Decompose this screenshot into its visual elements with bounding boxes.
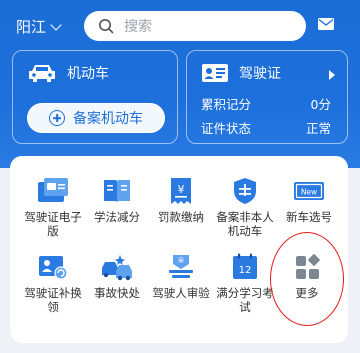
register-vehicle-label: 备案机动车 <box>73 111 143 127</box>
car-icon <box>29 65 55 82</box>
license-card[interactable]: 驾驶证 累积记分 0分 证件状态 正常 <box>186 50 348 144</box>
vehicle-card-header: 机动车 <box>27 63 109 83</box>
service-driver-review[interactable]: 审 驾驶人审验 <box>150 252 212 300</box>
service-label: 驾驶人审验 <box>152 286 210 300</box>
service-study-reduce-points[interactable]: 学法减分 <box>86 176 148 224</box>
svg-text:¥: ¥ <box>178 183 185 196</box>
service-label: 更多 <box>295 286 319 300</box>
license-card-header: 驾驶证 <box>201 63 281 83</box>
service-accident[interactable]: 事故快处 <box>86 252 148 300</box>
license-card-title: 驾驶证 <box>239 66 281 82</box>
service-label: 驾驶证补换领 <box>24 286 82 314</box>
service-label: 满分学习考试 <box>216 286 274 314</box>
vehicle-card-title: 机动车 <box>67 66 109 82</box>
mail-icon[interactable] <box>318 18 334 30</box>
service-label: 罚款缴纳 <box>158 210 204 224</box>
points-row: 累积记分 0分 <box>201 94 331 113</box>
service-label: 事故快处 <box>94 286 140 300</box>
service-label: 新车选号 <box>286 210 332 224</box>
service-label: 驾驶证电子版 <box>24 210 82 238</box>
service-e-license[interactable]: 驾驶证电子版 <box>22 176 84 238</box>
svg-text:12: 12 <box>239 265 252 276</box>
status-value: 正常 <box>305 121 331 136</box>
status-label: 证件状态 <box>201 121 252 136</box>
fine-payment-icon: ¥ <box>171 178 191 204</box>
register-vehicle-button[interactable]: 备案机动车 <box>27 103 165 133</box>
vehicle-card[interactable]: 机动车 备案机动车 <box>12 50 178 144</box>
points-label: 累积记分 <box>201 97 252 112</box>
driver-review-icon: 审 <box>169 255 193 278</box>
top-bar: 阳江 搜索 <box>0 0 360 50</box>
points-value: 0分 <box>310 97 331 112</box>
service-new-car-plate[interactable]: New 新车选号 <box>278 176 340 224</box>
svg-text:审: 审 <box>178 257 184 265</box>
book-icon <box>104 180 130 203</box>
service-more[interactable]: 更多 <box>276 252 338 300</box>
svg-text:New: New <box>301 188 317 197</box>
license-renew-icon <box>39 256 68 280</box>
plus-circle-icon <box>49 110 65 126</box>
status-row: 证件状态 正常 <box>201 118 331 137</box>
accident-icon <box>102 255 132 281</box>
city-label: 阳江 <box>16 18 47 36</box>
service-fine-payment[interactable]: ¥ 罚款缴纳 <box>150 176 212 224</box>
service-record-vehicle[interactable]: 备案非本人机动车 <box>214 176 276 238</box>
chevron-right-icon <box>329 70 335 80</box>
e-license-icon <box>38 178 68 202</box>
search-icon <box>99 19 114 34</box>
service-full-score-exam[interactable]: 12 满分学习考试 <box>214 252 276 314</box>
chevron-down-icon <box>50 18 62 31</box>
city-selector[interactable]: 阳江 <box>16 16 62 37</box>
calendar-exam-icon: 12 <box>233 253 257 279</box>
more-grid-icon <box>296 254 320 279</box>
search-bar[interactable]: 搜索 <box>84 11 306 41</box>
service-label: 学法减分 <box>94 210 140 224</box>
shield-record-icon <box>234 178 256 204</box>
new-plate-icon: New <box>294 182 324 200</box>
service-label: 备案非本人机动车 <box>216 210 274 238</box>
id-card-icon <box>202 64 228 82</box>
service-license-renew[interactable]: 驾驶证补换领 <box>22 252 84 314</box>
search-placeholder: 搜索 <box>124 19 152 35</box>
